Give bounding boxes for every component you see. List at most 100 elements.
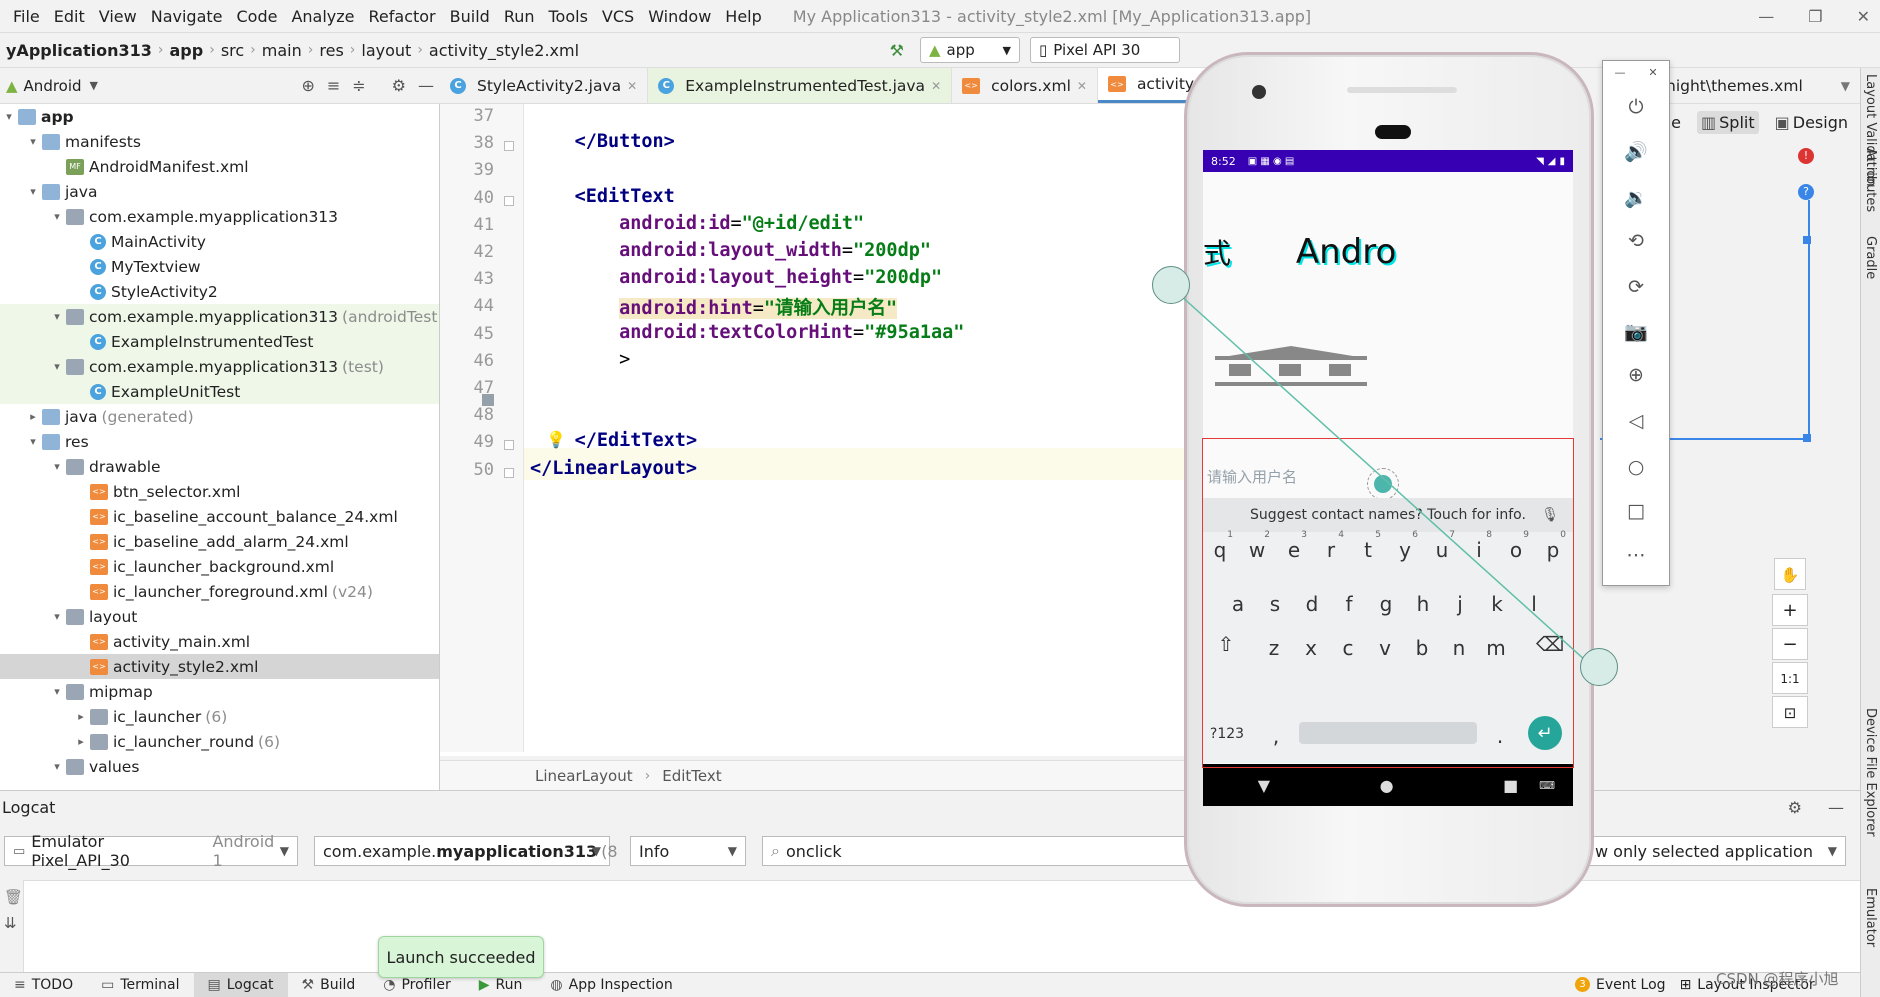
recents-icon[interactable]: ■ bbox=[1503, 776, 1518, 795]
breadcrumb-item[interactable]: app bbox=[164, 41, 210, 60]
tree-item[interactable]: ▸ java (generated) bbox=[0, 404, 439, 429]
screenshot-icon[interactable]: 📷 bbox=[1603, 309, 1669, 353]
close-tab-icon[interactable]: ✕ bbox=[1077, 79, 1087, 93]
chevron-down-icon[interactable]: ▼ bbox=[1841, 79, 1850, 93]
expand-arrow-icon[interactable]: ▾ bbox=[48, 685, 66, 698]
breadcrumb-item[interactable]: yApplication313 bbox=[0, 41, 158, 60]
minimize-icon[interactable]: — bbox=[412, 76, 440, 95]
fold-marker-icon[interactable] bbox=[504, 195, 514, 206]
trash-icon[interactable]: 🗑 bbox=[4, 888, 23, 906]
home-icon[interactable]: ○ bbox=[1603, 445, 1669, 489]
expand-arrow-icon[interactable]: ▾ bbox=[24, 435, 42, 448]
tree-item[interactable]: MF AndroidManifest.xml bbox=[0, 154, 439, 179]
multitouch-point-1[interactable] bbox=[1152, 266, 1190, 304]
expand-arrow-icon[interactable]: ▾ bbox=[24, 185, 42, 198]
view-mode-split-button[interactable]: ▥ Split bbox=[1697, 110, 1759, 134]
collapse-all-icon[interactable]: ≑ bbox=[346, 76, 371, 95]
menu-item-analyze[interactable]: Analyze bbox=[284, 7, 361, 26]
more-icon[interactable]: ⋯ bbox=[1603, 533, 1669, 577]
tree-item[interactable]: <> btn_selector.xml bbox=[0, 479, 439, 504]
menu-item-code[interactable]: Code bbox=[230, 7, 285, 26]
tree-item[interactable]: ▾ com.example.myapplication313 (test) bbox=[0, 354, 439, 379]
minimize-icon[interactable]: — bbox=[1614, 66, 1625, 79]
locate-icon[interactable]: ⊕ bbox=[295, 76, 320, 95]
expand-arrow-icon[interactable]: ▾ bbox=[0, 110, 18, 123]
rotate-right-icon[interactable]: ⟳ bbox=[1603, 265, 1669, 309]
expand-arrow-icon[interactable]: ▾ bbox=[48, 460, 66, 473]
overview-icon[interactable]: □ bbox=[1603, 489, 1669, 533]
editor-tab[interactable]: <> colors.xml ✕ bbox=[952, 68, 1098, 103]
logcat-device-select[interactable]: ▭ Emulator Pixel_API_30 Android 1 ▼ bbox=[4, 832, 298, 870]
editor-breadcrumb-item[interactable]: LinearLayout bbox=[535, 767, 633, 785]
side-tool-emulator[interactable]: Emulator bbox=[1863, 888, 1878, 947]
close-icon[interactable]: ✕ bbox=[1648, 66, 1657, 79]
zoom-in-button[interactable]: + bbox=[1772, 594, 1808, 626]
zoom-out-button[interactable]: − bbox=[1772, 628, 1808, 660]
back-icon[interactable]: ▼ bbox=[1258, 776, 1270, 795]
minimize-window-icon[interactable]: — bbox=[1758, 7, 1774, 26]
tool-window-todo[interactable]: ≡ TODO bbox=[0, 973, 87, 997]
tree-item[interactable]: <> ic_launcher_foreground.xml (v24) bbox=[0, 579, 439, 604]
menu-item-refactor[interactable]: Refactor bbox=[362, 7, 443, 26]
tree-item[interactable]: C ExampleUnitTest bbox=[0, 379, 439, 404]
menu-item-tools[interactable]: Tools bbox=[542, 7, 595, 26]
device-select[interactable]: ▯ Pixel API 30 bbox=[1030, 37, 1180, 63]
restore-window-icon[interactable]: ❐ bbox=[1808, 7, 1822, 26]
resize-handle[interactable] bbox=[1803, 236, 1811, 244]
tree-item[interactable]: ▾ drawable bbox=[0, 454, 439, 479]
tree-item[interactable]: C ExampleInstrumentedTest bbox=[0, 329, 439, 354]
expand-arrow-icon[interactable]: ▾ bbox=[48, 210, 66, 223]
fold-marker-icon[interactable] bbox=[504, 440, 514, 451]
tree-item[interactable]: ▾ com.example.myapplication313 bbox=[0, 204, 439, 229]
expand-arrow-icon[interactable]: ▾ bbox=[48, 310, 66, 323]
tree-item[interactable]: ▾ layout bbox=[0, 604, 439, 629]
tree-item[interactable]: <> ic_launcher_background.xml bbox=[0, 554, 439, 579]
minimize-icon[interactable]: — bbox=[1822, 798, 1850, 817]
build-hammer-icon[interactable]: ⚒ bbox=[884, 41, 910, 60]
volume-up-icon[interactable]: 🔊 bbox=[1603, 129, 1669, 173]
view-mode-design-button[interactable]: ▣ Design bbox=[1771, 111, 1852, 134]
breadcrumb-item[interactable]: activity_style2.xml bbox=[423, 41, 585, 60]
run-config-select[interactable]: ▲ app ▼ bbox=[920, 37, 1020, 63]
tree-item[interactable]: ▾ app bbox=[0, 104, 439, 129]
menu-item-build[interactable]: Build bbox=[443, 7, 497, 26]
logcat-package-select[interactable]: com.example. myapplication313 (8 ▼ bbox=[314, 836, 618, 866]
side-tool-gradle[interactable]: Gradle bbox=[1863, 236, 1878, 279]
logcat-search-input[interactable]: ⌕ onclick bbox=[762, 836, 1192, 866]
expand-arrow-icon[interactable]: ▸ bbox=[72, 735, 90, 748]
tree-item[interactable]: <> activity_main.xml bbox=[0, 629, 439, 654]
tool-window-build[interactable]: ⚒ Build bbox=[288, 973, 370, 997]
tree-item[interactable]: C MainActivity bbox=[0, 229, 439, 254]
power-icon[interactable]: ⏻ bbox=[1603, 85, 1669, 129]
tab-themes-partial[interactable]: night\themes.xml ▼ bbox=[1660, 68, 1860, 104]
menu-item-file[interactable]: File bbox=[6, 7, 47, 26]
logcat-output[interactable] bbox=[0, 880, 1860, 972]
tree-item[interactable]: C MyTextview bbox=[0, 254, 439, 279]
tree-item[interactable]: C StyleActivity2 bbox=[0, 279, 439, 304]
close-tab-icon[interactable]: ✕ bbox=[931, 79, 941, 93]
editor-tab[interactable]: C StyleActivity2.java ✕ bbox=[440, 68, 649, 103]
scroll-end-icon[interactable]: ⇊ bbox=[4, 914, 19, 932]
help-icon[interactable]: ? bbox=[1798, 184, 1814, 200]
menu-item-vcs[interactable]: VCS bbox=[595, 7, 641, 26]
keyboard-switch-icon[interactable]: ⌨ bbox=[1539, 779, 1555, 792]
menu-item-view[interactable]: View bbox=[92, 7, 144, 26]
gear-icon[interactable]: ⚙ bbox=[386, 76, 412, 95]
expand-arrow-icon[interactable]: ▾ bbox=[48, 760, 66, 773]
expand-arrow-icon[interactable]: ▸ bbox=[24, 410, 42, 423]
fold-marker-icon[interactable] bbox=[504, 467, 514, 478]
tree-item[interactable]: <> ic_baseline_account_balance_24.xml bbox=[0, 504, 439, 529]
project-view-select[interactable]: Android bbox=[24, 77, 82, 95]
breadcrumb-item[interactable]: main bbox=[256, 41, 308, 60]
editor-tab[interactable]: C ExampleInstrumentedTest.java ✕ bbox=[648, 68, 953, 103]
tool-window-app-inspection[interactable]: ◍ App Inspection bbox=[536, 973, 686, 997]
zoom-icon[interactable]: ⊕ bbox=[1603, 353, 1669, 397]
multitouch-point-2[interactable] bbox=[1580, 648, 1618, 686]
tree-item[interactable]: ▾ mipmap bbox=[0, 679, 439, 704]
tree-item[interactable]: ▾ res bbox=[0, 429, 439, 454]
event-log-button[interactable]: 3 Event Log bbox=[1575, 977, 1666, 993]
menu-item-edit[interactable]: Edit bbox=[47, 7, 92, 26]
zoom-actual-button[interactable]: 1:1 bbox=[1772, 662, 1808, 694]
side-tool-attributes[interactable]: Attributes bbox=[1863, 148, 1878, 212]
tool-window-logcat[interactable]: ▤ Logcat bbox=[193, 972, 288, 997]
